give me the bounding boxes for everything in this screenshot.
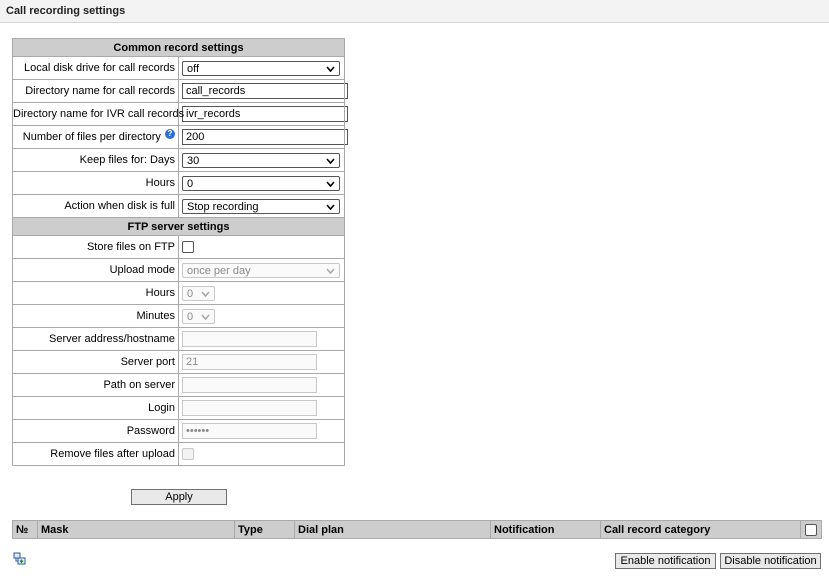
disk-full-action-value: Stop recording bbox=[187, 200, 259, 213]
password-label: Password bbox=[12, 419, 179, 443]
store-on-ftp-row: Store files on FTP bbox=[12, 235, 345, 259]
dir-name-label: Directory name for call records bbox=[12, 79, 179, 103]
keep-days-row: Keep files for: Days 30 bbox=[12, 148, 345, 172]
keep-days-label: Keep files for: Days bbox=[12, 148, 179, 172]
remove-after-upload-checkbox[interactable] bbox=[182, 448, 194, 461]
password-row: Password •••••• bbox=[12, 419, 345, 443]
server-port-label: Server port bbox=[12, 350, 179, 374]
add-row-icon[interactable] bbox=[13, 552, 27, 566]
keep-days-value: 30 bbox=[187, 154, 200, 167]
settings-table: Common record settings Local disk drive … bbox=[12, 38, 348, 466]
ftp-hours-label: Hours bbox=[12, 281, 179, 305]
keep-hours-select[interactable]: 0 bbox=[182, 175, 340, 191]
help-icon[interactable]: ? bbox=[165, 129, 175, 139]
chevron-down-icon bbox=[201, 290, 210, 297]
store-on-ftp-label: Store files on FTP bbox=[12, 235, 179, 259]
column-header-number: № bbox=[12, 520, 38, 539]
dir-name-row: Directory name for call records call_rec… bbox=[12, 79, 348, 103]
title-bar: Call recording settings bbox=[0, 0, 829, 23]
ftp-minutes-value: 0 bbox=[187, 310, 194, 323]
dir-name-input[interactable]: call_records bbox=[182, 83, 348, 99]
local-disk-row: Local disk drive for call records off bbox=[12, 56, 345, 80]
ivr-dir-name-row: Directory name for IVR call records ivr_… bbox=[12, 102, 348, 126]
keep-hours-value: 0 bbox=[187, 177, 194, 190]
login-label: Login bbox=[12, 396, 179, 420]
disable-notification-button[interactable]: Disable notification bbox=[720, 553, 821, 569]
chevron-down-icon bbox=[326, 180, 335, 187]
column-header-dial-plan: Dial plan bbox=[294, 520, 491, 539]
local-disk-label: Local disk drive for call records bbox=[12, 56, 179, 80]
remove-after-upload-label: Remove files after upload bbox=[12, 442, 179, 466]
ftp-minutes-label: Minutes bbox=[12, 304, 179, 328]
login-row: Login bbox=[12, 396, 345, 420]
store-on-ftp-checkbox[interactable] bbox=[182, 241, 194, 254]
disk-full-action-label: Action when disk is full bbox=[12, 194, 179, 218]
keep-hours-row: Hours 0 bbox=[12, 171, 345, 195]
server-address-input[interactable] bbox=[182, 331, 317, 347]
column-header-notification: Notification bbox=[490, 520, 601, 539]
ftp-hours-value: 0 bbox=[187, 287, 194, 300]
local-disk-select[interactable]: off bbox=[182, 60, 340, 76]
column-header-select-all bbox=[800, 520, 822, 539]
password-input[interactable]: •••••• bbox=[182, 423, 317, 439]
chevron-down-icon bbox=[326, 267, 335, 274]
files-per-dir-input[interactable]: 200 bbox=[182, 129, 348, 145]
keep-days-select[interactable]: 30 bbox=[182, 152, 340, 168]
upload-mode-label: Upload mode bbox=[12, 258, 179, 282]
login-input[interactable] bbox=[182, 400, 317, 416]
ftp-hours-select[interactable]: 0 bbox=[182, 285, 215, 301]
page-title: Call recording settings bbox=[6, 5, 126, 17]
ivr-dir-name-input[interactable]: ivr_records bbox=[182, 106, 348, 122]
keep-hours-label: Hours bbox=[12, 171, 179, 195]
disk-full-action-row: Action when disk is full Stop recording bbox=[12, 194, 345, 218]
upload-mode-select[interactable]: once per day bbox=[182, 262, 340, 278]
column-header-mask: Mask bbox=[37, 520, 235, 539]
local-disk-value: off bbox=[187, 62, 200, 75]
server-port-row: Server port 21 bbox=[12, 350, 345, 374]
upload-mode-value: once per day bbox=[187, 264, 251, 277]
disk-full-action-select[interactable]: Stop recording bbox=[182, 198, 340, 214]
ivr-dir-name-label: Directory name for IVR call records bbox=[12, 102, 184, 126]
files-per-dir-label: Number of files per directory bbox=[22, 131, 161, 143]
ftp-minutes-select[interactable]: 0 bbox=[182, 308, 215, 324]
ftp-settings-header: FTP server settings bbox=[12, 217, 345, 236]
common-settings-header: Common record settings bbox=[12, 38, 345, 57]
ftp-hours-row: Hours 0 bbox=[12, 281, 345, 305]
server-port-input[interactable]: 21 bbox=[182, 354, 317, 370]
chevron-down-icon bbox=[201, 313, 210, 320]
path-on-server-row: Path on server bbox=[12, 373, 345, 397]
path-on-server-label: Path on server bbox=[12, 373, 179, 397]
files-per-dir-row: Number of files per directory ? 200 bbox=[12, 125, 348, 149]
table-header-row: № Mask Type Dial plan Notification Call … bbox=[12, 520, 822, 539]
enable-notification-button[interactable]: Enable notification bbox=[615, 553, 716, 569]
chevron-down-icon bbox=[326, 65, 335, 72]
server-address-label: Server address/hostname bbox=[12, 327, 179, 351]
apply-button[interactable]: Apply bbox=[131, 489, 227, 505]
remove-after-upload-row: Remove files after upload bbox=[12, 442, 345, 466]
chevron-down-icon bbox=[326, 203, 335, 210]
column-header-call-record-category: Call record category bbox=[600, 520, 801, 539]
chevron-down-icon bbox=[326, 157, 335, 164]
select-all-checkbox[interactable] bbox=[805, 523, 817, 536]
call-record-rules-table: № Mask Type Dial plan Notification Call … bbox=[12, 520, 822, 539]
server-address-row: Server address/hostname bbox=[12, 327, 345, 351]
upload-mode-row: Upload mode once per day bbox=[12, 258, 345, 282]
ftp-minutes-row: Minutes 0 bbox=[12, 304, 345, 328]
column-header-type: Type bbox=[234, 520, 295, 539]
path-on-server-input[interactable] bbox=[182, 377, 317, 393]
